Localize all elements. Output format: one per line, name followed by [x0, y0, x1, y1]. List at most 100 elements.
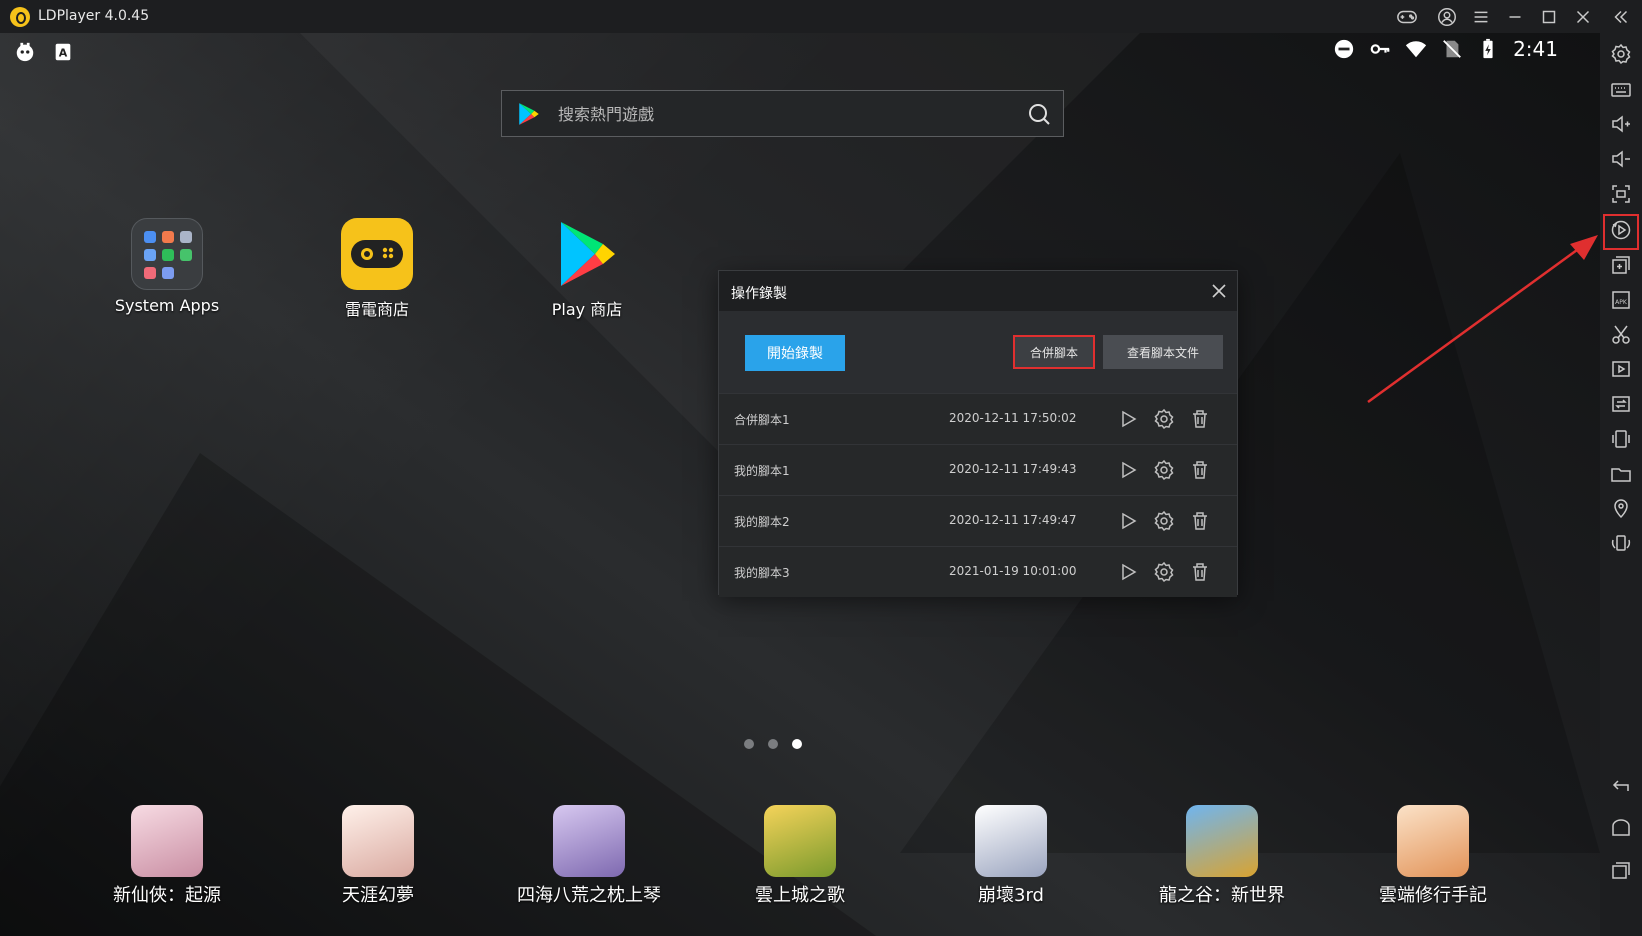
- play-icon[interactable]: [1117, 561, 1139, 583]
- start-recording-button[interactable]: 開始錄製: [745, 335, 845, 371]
- status-bar-left: A: [14, 41, 74, 63]
- collapse-sidebar-icon[interactable]: [1610, 6, 1632, 28]
- app-label: 雲端修行手記: [1379, 885, 1487, 906]
- app-label: 四海八荒之枕上琴: [517, 885, 661, 906]
- settings-icon[interactable]: [1153, 459, 1175, 481]
- minimize-icon[interactable]: [1504, 6, 1526, 28]
- dialog-header: 操作錄製: [719, 271, 1237, 311]
- script-name: 我的腳本1: [734, 464, 790, 478]
- script-time: 2020-12-11 17:50:02: [949, 411, 1077, 425]
- rotate-screen-icon[interactable]: [1610, 532, 1632, 554]
- window-title: LDPlayer 4.0.45: [38, 8, 150, 24]
- settings-icon[interactable]: [1153, 408, 1175, 430]
- script-time: 2020-12-11 17:49:47: [949, 513, 1077, 527]
- app-label: 雷電商店: [344, 300, 409, 319]
- script-time: 2021-01-19 10:01:00: [949, 564, 1077, 578]
- scissors-icon[interactable]: [1610, 323, 1632, 345]
- dock-app[interactable]: 新仙俠：起源: [82, 805, 252, 907]
- delete-icon[interactable]: [1189, 408, 1211, 430]
- dock-app[interactable]: 崩壞3rd: [926, 805, 1096, 907]
- volume-down-icon[interactable]: [1610, 148, 1632, 170]
- dock-app[interactable]: 雲上城之歌: [715, 805, 885, 907]
- delete-icon[interactable]: [1189, 510, 1211, 532]
- menu-icon[interactable]: [1470, 6, 1492, 28]
- install-apk-icon[interactable]: APK: [1610, 289, 1632, 311]
- search-bar[interactable]: [501, 90, 1064, 137]
- search-input[interactable]: [558, 99, 998, 129]
- recent-apps-icon[interactable]: [1610, 859, 1632, 881]
- dock-app[interactable]: 四海八荒之枕上琴: [504, 805, 674, 907]
- location-icon[interactable]: [1610, 497, 1632, 519]
- keyboard-mapping-icon[interactable]: [1610, 79, 1632, 101]
- script-name: 合併腳本1: [734, 413, 790, 427]
- delete-icon[interactable]: [1189, 459, 1211, 481]
- dock-app[interactable]: 雲端修行手記: [1348, 805, 1518, 907]
- app-system-apps[interactable]: System Apps: [92, 218, 242, 315]
- status-time: 2:41: [1513, 37, 1558, 61]
- game-icon: [1397, 805, 1469, 877]
- settings-icon[interactable]: [1153, 510, 1175, 532]
- dialog-toolbar: 開始錄製 合併腳本 查看腳本文件: [719, 311, 1237, 393]
- battery-charging-icon: [1477, 38, 1499, 60]
- script-row: 我的腳本1 2020-12-11 17:49:43: [719, 444, 1237, 495]
- wifi-icon: [1405, 38, 1427, 60]
- fullscreen-icon[interactable]: [1610, 183, 1632, 205]
- game-icon: [975, 805, 1047, 877]
- gamepad-icon[interactable]: [1396, 6, 1418, 28]
- home-icon[interactable]: [1610, 817, 1632, 839]
- dialog-title: 操作錄製: [731, 286, 787, 302]
- game-icon: [342, 805, 414, 877]
- ldplayer-logo-icon: [10, 7, 30, 27]
- svg-text:APK: APK: [1615, 299, 1628, 306]
- game-icon: [553, 805, 625, 877]
- app-leidian-store[interactable]: 雷電商店: [302, 218, 452, 320]
- script-row: 我的腳本3 2021-01-19 10:01:00: [719, 546, 1237, 597]
- account-icon[interactable]: [1436, 6, 1458, 28]
- ldplayer-window: LDPlayer 4.0.45 A 2:41 搜索熱門遊戲 System App…: [0, 0, 1642, 936]
- maximize-icon[interactable]: [1538, 6, 1560, 28]
- view-script-files-button[interactable]: 查看腳本文件: [1103, 335, 1223, 369]
- system-apps-folder-icon: [131, 218, 203, 290]
- dock-app[interactable]: 天涯幻夢: [293, 805, 463, 907]
- close-icon[interactable]: [1209, 281, 1229, 301]
- app-label: System Apps: [114, 296, 220, 315]
- merge-scripts-button[interactable]: 合併腳本: [1013, 335, 1095, 369]
- no-sim-icon: [1441, 38, 1463, 60]
- keyboard-a-icon: A: [52, 41, 74, 63]
- search-icon[interactable]: [1027, 102, 1051, 126]
- volume-up-icon[interactable]: [1610, 113, 1632, 135]
- play-icon[interactable]: [1117, 459, 1139, 481]
- script-name: 我的腳本2: [734, 515, 790, 529]
- annotation-arrow: [1367, 235, 1598, 404]
- shake-icon[interactable]: [1610, 428, 1632, 450]
- google-play-icon: [516, 101, 542, 127]
- app-label: 龍之谷：新世界: [1159, 885, 1285, 906]
- script-time: 2020-12-11 17:49:43: [949, 462, 1077, 476]
- page-dot-active[interactable]: [792, 739, 802, 749]
- script-name: 我的腳本3: [734, 566, 790, 580]
- play-icon[interactable]: [1117, 408, 1139, 430]
- sync-icon[interactable]: [1610, 393, 1632, 415]
- close-window-icon[interactable]: [1572, 6, 1594, 28]
- app-play-store[interactable]: Play 商店: [512, 218, 662, 320]
- script-row: 我的腳本2 2020-12-11 17:49:47: [719, 495, 1237, 546]
- android-home-screen: A 2:41 搜索熱門遊戲 System Apps 雷電商店 Play 商店 新…: [0, 33, 1600, 936]
- settings-icon[interactable]: [1153, 561, 1175, 583]
- robot-notification-icon: [14, 41, 36, 63]
- dock-app[interactable]: 龍之谷：新世界: [1137, 805, 1307, 907]
- game-icon: [764, 805, 836, 877]
- video-record-icon[interactable]: [1610, 358, 1632, 380]
- app-label: 新仙俠：起源: [113, 885, 221, 906]
- delete-icon[interactable]: [1189, 561, 1211, 583]
- folder-icon[interactable]: [1610, 463, 1632, 485]
- page-dot[interactable]: [768, 739, 778, 749]
- play-icon[interactable]: [1117, 510, 1139, 532]
- settings-icon[interactable]: [1610, 43, 1632, 65]
- back-icon[interactable]: [1610, 775, 1632, 797]
- google-play-icon: [551, 218, 623, 290]
- game-icon: [131, 805, 203, 877]
- multi-instance-icon[interactable]: [1610, 254, 1632, 276]
- gamepad-store-icon: [341, 218, 413, 290]
- do-not-disturb-icon: [1333, 38, 1355, 60]
- page-dot[interactable]: [744, 739, 754, 749]
